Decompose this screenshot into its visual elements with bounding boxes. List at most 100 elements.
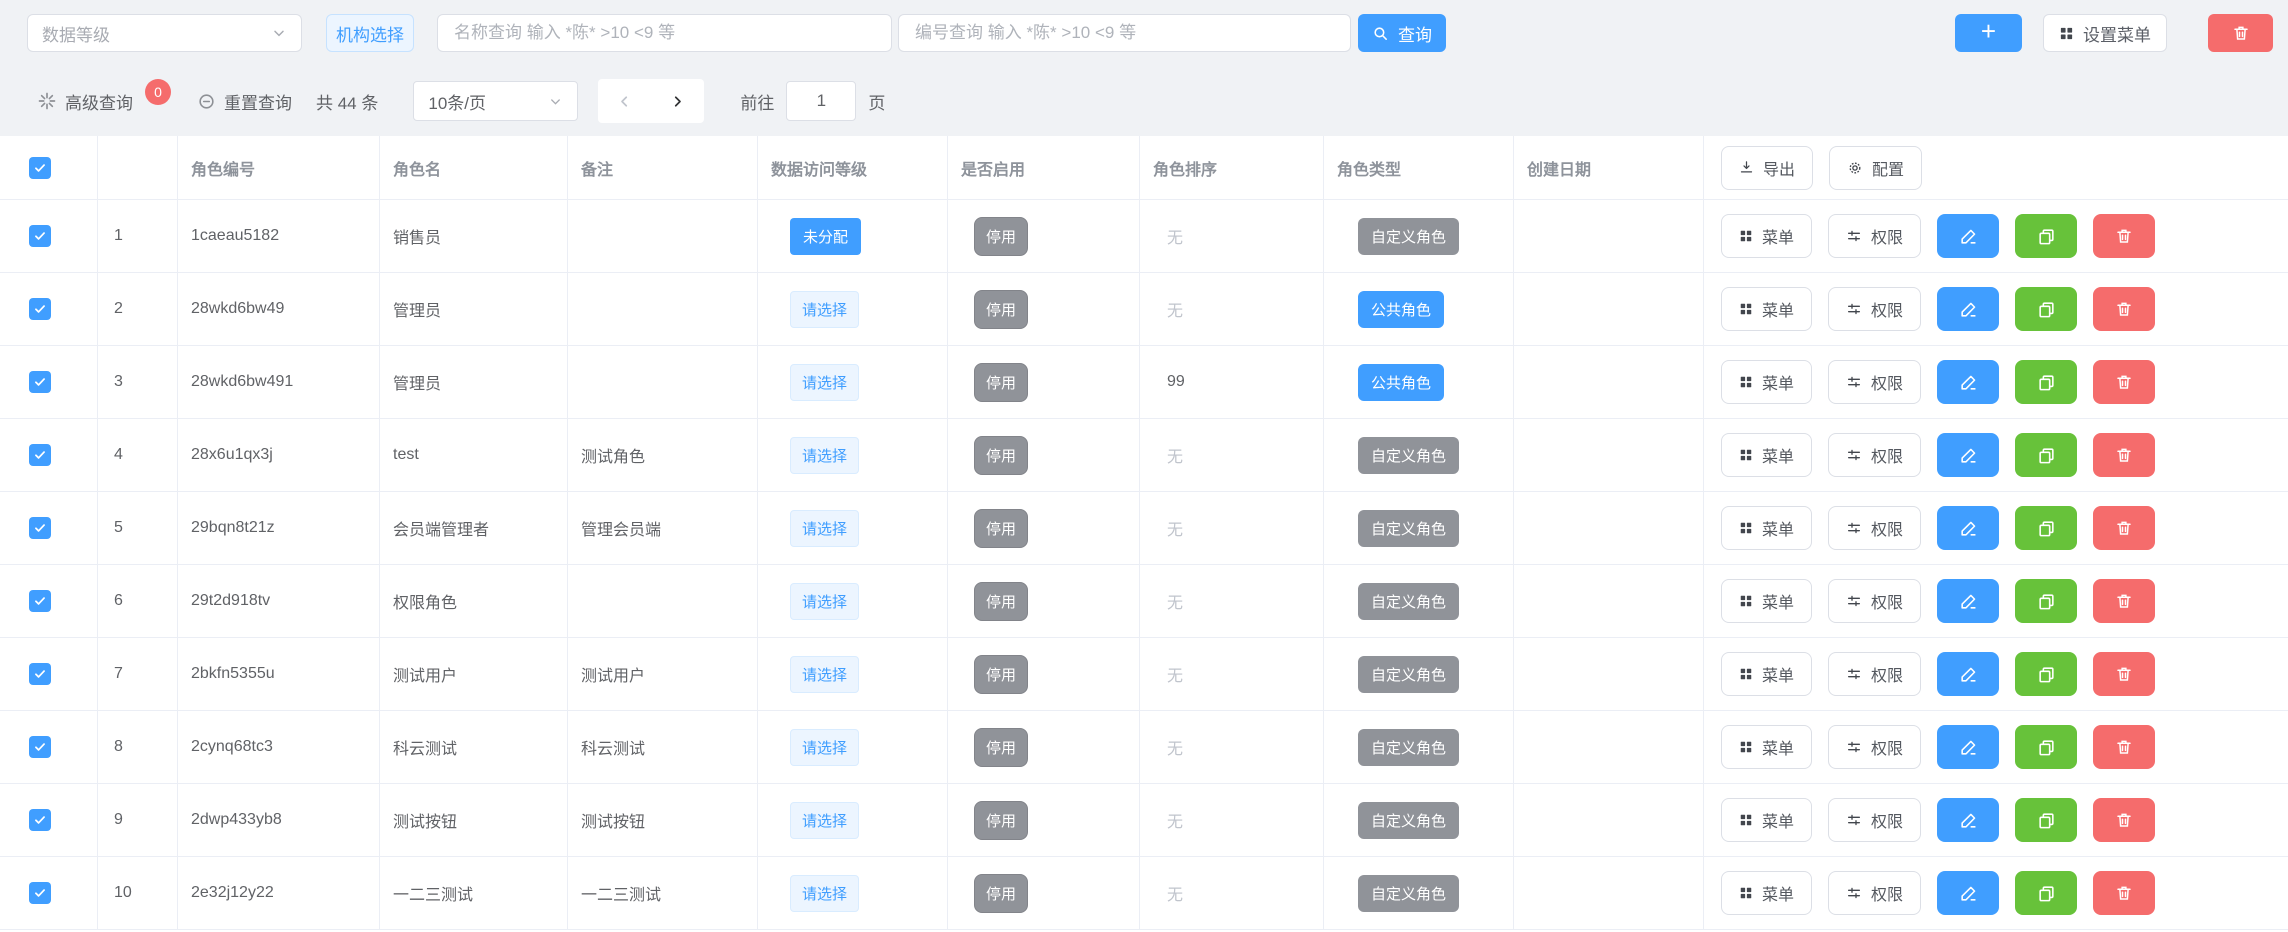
permission-button[interactable]: 权限 bbox=[1828, 725, 1921, 769]
access-level-tag[interactable]: 请选择 bbox=[790, 729, 859, 766]
copy-button[interactable] bbox=[2015, 798, 2077, 842]
next-page-button[interactable] bbox=[651, 79, 704, 123]
menu-button[interactable]: 菜单 bbox=[1721, 360, 1812, 404]
enabled-toggle[interactable]: 停用 bbox=[974, 290, 1028, 329]
access-level-tag[interactable]: 请选择 bbox=[790, 802, 859, 839]
enabled-toggle[interactable]: 停用 bbox=[974, 509, 1028, 548]
row-delete-button[interactable] bbox=[2093, 798, 2155, 842]
menu-button[interactable]: 菜单 bbox=[1721, 506, 1812, 550]
copy-button[interactable] bbox=[2015, 652, 2077, 696]
copy-button[interactable] bbox=[2015, 725, 2077, 769]
enabled-toggle[interactable]: 停用 bbox=[974, 217, 1028, 256]
edit-button[interactable] bbox=[1937, 798, 1999, 842]
copy-button[interactable] bbox=[2015, 360, 2077, 404]
export-label: 导出 bbox=[1763, 156, 1795, 180]
org-select-button[interactable]: 机构选择 bbox=[326, 14, 414, 52]
menu-button[interactable]: 菜单 bbox=[1721, 579, 1812, 623]
row-delete-button[interactable] bbox=[2093, 360, 2155, 404]
add-button[interactable]: + bbox=[1955, 14, 2022, 52]
access-level-tag[interactable]: 请选择 bbox=[790, 437, 859, 474]
row-delete-button[interactable] bbox=[2093, 433, 2155, 477]
config-button[interactable]: 配置 bbox=[1829, 146, 1922, 190]
permission-button[interactable]: 权限 bbox=[1828, 652, 1921, 696]
enabled-toggle[interactable]: 停用 bbox=[974, 582, 1028, 621]
menu-button[interactable]: 菜单 bbox=[1721, 871, 1812, 915]
page-size-select[interactable]: 10条/页 bbox=[413, 81, 578, 121]
enabled-toggle[interactable]: 停用 bbox=[974, 874, 1028, 913]
menu-setup-button[interactable]: 设置菜单 bbox=[2043, 14, 2167, 52]
row-checkbox[interactable] bbox=[29, 663, 51, 685]
enabled-toggle[interactable]: 停用 bbox=[974, 801, 1028, 840]
enabled-toggle[interactable]: 停用 bbox=[974, 363, 1028, 402]
advanced-query-button[interactable]: 高级查询 0 bbox=[37, 88, 171, 114]
edit-button[interactable] bbox=[1937, 579, 1999, 623]
row-delete-button[interactable] bbox=[2093, 287, 2155, 331]
enabled-toggle[interactable]: 停用 bbox=[974, 436, 1028, 475]
row-checkbox[interactable] bbox=[29, 590, 51, 612]
edit-button[interactable] bbox=[1937, 287, 1999, 331]
menu-button[interactable]: 菜单 bbox=[1721, 433, 1812, 477]
enabled-toggle[interactable]: 停用 bbox=[974, 655, 1028, 694]
permission-button[interactable]: 权限 bbox=[1828, 579, 1921, 623]
row-checkbox[interactable] bbox=[29, 882, 51, 904]
row-checkbox[interactable] bbox=[29, 736, 51, 758]
access-level-tag[interactable]: 请选择 bbox=[790, 656, 859, 693]
edit-button[interactable] bbox=[1937, 506, 1999, 550]
access-level-tag[interactable]: 请选择 bbox=[790, 875, 859, 912]
row-delete-button[interactable] bbox=[2093, 871, 2155, 915]
permission-button[interactable]: 权限 bbox=[1828, 506, 1921, 550]
row-checkbox[interactable] bbox=[29, 371, 51, 393]
edit-button[interactable] bbox=[1937, 214, 1999, 258]
edit-button[interactable] bbox=[1937, 725, 1999, 769]
row-checkbox[interactable] bbox=[29, 444, 51, 466]
access-level-tag[interactable]: 未分配 bbox=[790, 218, 861, 255]
menu-button[interactable]: 菜单 bbox=[1721, 652, 1812, 696]
delete-button[interactable] bbox=[2208, 14, 2273, 52]
row-delete-button[interactable] bbox=[2093, 214, 2155, 258]
copy-button[interactable] bbox=[2015, 871, 2077, 915]
access-level-tag[interactable]: 请选择 bbox=[790, 510, 859, 547]
copy-button[interactable] bbox=[2015, 433, 2077, 477]
permission-button[interactable]: 权限 bbox=[1828, 798, 1921, 842]
edit-button[interactable] bbox=[1937, 360, 1999, 404]
permission-button[interactable]: 权限 bbox=[1828, 360, 1921, 404]
copy-button[interactable] bbox=[2015, 287, 2077, 331]
code-query-input[interactable] bbox=[898, 14, 1351, 52]
row-delete-button[interactable] bbox=[2093, 579, 2155, 623]
export-button[interactable]: 导出 bbox=[1721, 146, 1813, 190]
menu-button[interactable]: 菜单 bbox=[1721, 725, 1812, 769]
reset-query-button[interactable]: 重置查询 bbox=[197, 89, 292, 114]
search-button[interactable]: 查询 bbox=[1358, 14, 1446, 52]
copy-button[interactable] bbox=[2015, 579, 2077, 623]
row-checkbox[interactable] bbox=[29, 225, 51, 247]
row-delete-button[interactable] bbox=[2093, 725, 2155, 769]
row-checkbox[interactable] bbox=[29, 517, 51, 539]
row-checkbox[interactable] bbox=[29, 809, 51, 831]
row-delete-button[interactable] bbox=[2093, 652, 2155, 696]
permission-button[interactable]: 权限 bbox=[1828, 287, 1921, 331]
menu-button[interactable]: 菜单 bbox=[1721, 798, 1812, 842]
menu-button[interactable]: 菜单 bbox=[1721, 214, 1812, 258]
goto-page-input[interactable] bbox=[786, 81, 856, 121]
access-level-tag[interactable]: 请选择 bbox=[790, 364, 859, 401]
edit-button[interactable] bbox=[1937, 652, 1999, 696]
permission-button[interactable]: 权限 bbox=[1828, 433, 1921, 477]
edit-button[interactable] bbox=[1937, 871, 1999, 915]
data-level-select[interactable]: 数据等级 bbox=[27, 14, 302, 52]
access-level-tag[interactable]: 请选择 bbox=[790, 291, 859, 328]
row-index: 3 bbox=[98, 346, 178, 418]
access-level-tag[interactable]: 请选择 bbox=[790, 583, 859, 620]
row-checkbox[interactable] bbox=[29, 298, 51, 320]
copy-button[interactable] bbox=[2015, 506, 2077, 550]
copy-button[interactable] bbox=[2015, 214, 2077, 258]
permission-button[interactable]: 权限 bbox=[1828, 871, 1921, 915]
menu-button[interactable]: 菜单 bbox=[1721, 287, 1812, 331]
row-delete-button[interactable] bbox=[2093, 506, 2155, 550]
select-all-checkbox[interactable] bbox=[29, 157, 51, 179]
edit-button[interactable] bbox=[1937, 433, 1999, 477]
prev-page-button[interactable] bbox=[598, 79, 651, 123]
name-query-input[interactable] bbox=[437, 14, 892, 52]
enabled-toggle[interactable]: 停用 bbox=[974, 728, 1028, 767]
permission-button[interactable]: 权限 bbox=[1828, 214, 1921, 258]
created-date bbox=[1514, 200, 1704, 272]
